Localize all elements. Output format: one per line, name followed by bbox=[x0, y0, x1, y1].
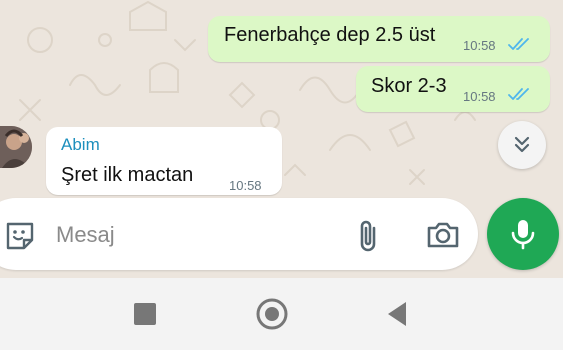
back-button[interactable] bbox=[384, 300, 410, 328]
double-chevron-down-icon bbox=[514, 136, 530, 153]
camera-icon bbox=[427, 222, 459, 248]
attach-button[interactable] bbox=[352, 216, 386, 254]
message-text: Fenerbahçe dep 2.5 üst bbox=[224, 24, 436, 46]
scroll-to-bottom-button[interactable] bbox=[498, 121, 546, 169]
chat-screen: Fenerbahçe dep 2.5 üst 10:58 Skor 2-3 10… bbox=[0, 0, 563, 350]
sticker-button[interactable] bbox=[2, 218, 38, 254]
sender-name[interactable]: Abim bbox=[61, 135, 100, 155]
home-button[interactable] bbox=[255, 297, 289, 331]
camera-button[interactable] bbox=[424, 218, 462, 252]
recents-button[interactable] bbox=[133, 302, 157, 326]
double-check-read-icon bbox=[508, 38, 529, 50]
system-navigation-bar bbox=[0, 278, 563, 350]
triangle-back-icon bbox=[388, 302, 406, 326]
message-text: Şret ilk mactan bbox=[61, 164, 194, 186]
message-timestamp: 10:58 bbox=[463, 38, 496, 53]
message-timestamp: 10:58 bbox=[229, 178, 262, 193]
message-timestamp: 10:58 bbox=[463, 89, 496, 104]
message-text: Skor 2-3 bbox=[371, 75, 447, 97]
paperclip-icon bbox=[360, 220, 376, 252]
message-input[interactable] bbox=[56, 220, 336, 250]
square-icon bbox=[134, 303, 156, 325]
sticker-icon bbox=[6, 222, 34, 250]
voice-message-button[interactable] bbox=[487, 198, 559, 270]
double-check-read-icon bbox=[508, 88, 529, 100]
circle-icon bbox=[256, 298, 288, 330]
microphone-icon bbox=[511, 220, 535, 250]
